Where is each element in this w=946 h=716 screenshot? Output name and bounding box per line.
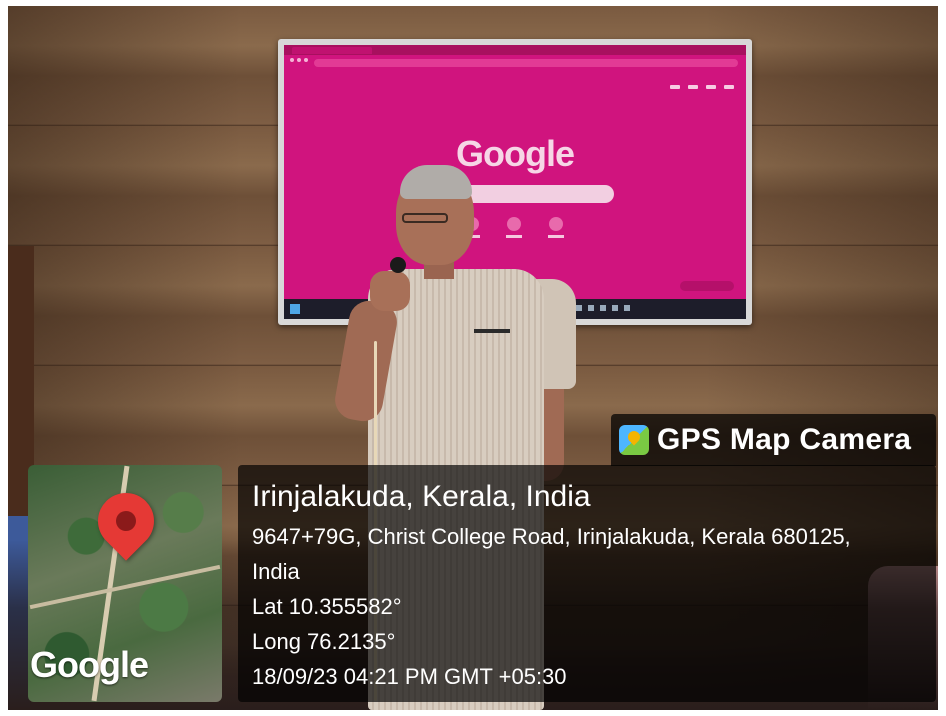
browser-nav-icons — [290, 58, 310, 64]
latitude: Lat 10.355582° — [252, 594, 402, 619]
browser-address-bar — [314, 59, 738, 67]
gps-map-camera-brand: GPS Map Camera — [611, 414, 936, 466]
speaker-glasses — [402, 213, 448, 223]
browser-tab-bar — [284, 45, 746, 55]
customize-chrome-button — [680, 281, 734, 291]
shirt-pocket-pen — [474, 329, 510, 333]
browser-top-links — [670, 85, 734, 89]
map-thumbnail: Google — [28, 465, 222, 702]
location-info-panel: Irinjalakuda, Kerala, India 9647+79G, Ch… — [238, 465, 936, 702]
map-road — [29, 564, 221, 610]
windows-start-icon — [290, 304, 300, 314]
address-line-1: 9647+79G, Christ College Road, Irinjalak… — [252, 524, 851, 549]
place-name: Irinjalakuda, Kerala, India — [252, 480, 591, 513]
map-provider-wordmark: Google — [30, 644, 149, 685]
gps-map-camera-app-icon — [619, 425, 649, 455]
location-pin-center — [116, 511, 136, 531]
timestamp: 18/09/23 04:21 PM GMT +05:30 — [252, 664, 567, 689]
microphone — [390, 257, 406, 273]
longitude: Long 76.2135° — [252, 629, 396, 654]
speaker-hair — [400, 165, 472, 199]
speaker-hand — [370, 271, 410, 311]
browser-tab — [292, 46, 372, 54]
brand-label: GPS Map Camera — [657, 423, 912, 456]
address-line-2: India — [252, 559, 300, 584]
